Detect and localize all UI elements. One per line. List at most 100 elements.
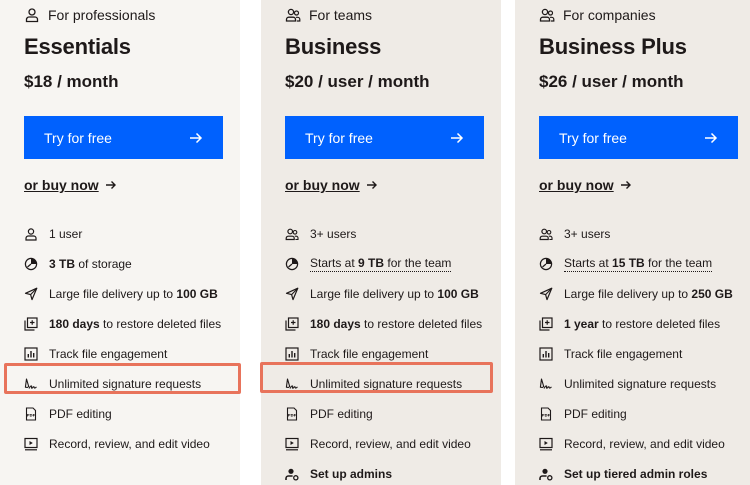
feature-text: Large file delivery up to 100 GB xyxy=(310,287,479,301)
feature-text-pre: PDF editing xyxy=(49,407,112,421)
feature-item: Starts at 9 TB for the team xyxy=(285,249,495,279)
feature-text: 3+ users xyxy=(564,227,610,241)
plan-price: $18 / month xyxy=(24,72,119,91)
feature-text: PDF editing xyxy=(564,407,627,421)
chart-icon xyxy=(539,347,553,361)
feature-text: Set up admins xyxy=(310,467,392,481)
feature-list: 1 user 3 TB of storage Large file delivery… xyxy=(24,219,234,459)
buy-now-label: or buy now xyxy=(285,177,360,193)
feature-text-post: to restore deleted files xyxy=(360,317,483,331)
feature-item: Unlimited signature requests xyxy=(539,369,749,399)
feature-item: Track file engagement xyxy=(24,339,234,369)
feature-item: 3+ users xyxy=(285,219,495,249)
video-icon xyxy=(285,437,299,451)
plan-name: Business Plus xyxy=(539,34,687,59)
send-icon xyxy=(24,287,38,301)
video-icon xyxy=(24,437,38,451)
feature-text: Unlimited signature requests xyxy=(49,377,201,391)
feature-text: PDF editing xyxy=(49,407,112,421)
send-icon xyxy=(285,287,299,301)
buy-now-label: or buy now xyxy=(24,177,99,193)
feature-text: Record, review, and edit video xyxy=(310,437,471,451)
pdf-icon: PDF xyxy=(24,407,38,421)
feature-item: Track file engagement xyxy=(285,339,495,369)
restore-icon xyxy=(24,317,38,331)
feature-text-pre: Track file engagement xyxy=(564,347,683,361)
feature-text-bold: 250 GB xyxy=(691,287,733,301)
feature-text-pre: 1 user xyxy=(49,227,83,241)
signature-icon xyxy=(285,377,299,391)
feature-text: 3 TB of storage xyxy=(49,257,132,271)
signature-icon xyxy=(24,377,38,391)
feature-item: Large file delivery up to 250 GB xyxy=(539,279,749,309)
plan-audience: For teams xyxy=(285,6,372,24)
try-for-free-label: Try for free xyxy=(305,129,373,146)
feature-text-bold: 100 GB xyxy=(176,287,218,301)
arrow-right-icon xyxy=(704,131,718,145)
restore-icon xyxy=(285,317,299,331)
arrow-right-icon xyxy=(105,179,117,191)
feature-text: Record, review, and edit video xyxy=(564,437,725,451)
feature-text-post: to restore deleted files xyxy=(598,317,721,331)
feature-text-bold: 3 TB xyxy=(49,257,76,271)
feature-text: 1 user xyxy=(49,227,82,241)
feature-text-bold: 100 GB xyxy=(437,287,479,301)
feature-item: 3+ users xyxy=(539,219,749,249)
feature-text-pre: 3+ users xyxy=(310,227,357,241)
audience-label: For companies xyxy=(563,7,656,23)
feature-item: Large file delivery up to 100 GB xyxy=(285,279,495,309)
feature-text: Unlimited signature requests xyxy=(310,377,462,391)
users-icon xyxy=(285,227,299,241)
feature-item: Unlimited signature requests xyxy=(24,369,234,399)
pdf-icon: PDF xyxy=(539,407,553,421)
plan-audience: For professionals xyxy=(24,6,155,24)
feature-item: 180 days to restore deleted files xyxy=(285,309,495,339)
try-for-free-button[interactable]: Try for free xyxy=(24,116,223,159)
feature-text-pre: 3+ users xyxy=(564,227,611,241)
pdf-icon: PDF xyxy=(285,407,299,421)
feature-text: Track file engagement xyxy=(49,347,167,361)
clock-icon xyxy=(285,257,299,271)
feature-item: Large file delivery up to 100 GB xyxy=(24,279,234,309)
feature-item: Record, review, and edit video xyxy=(285,429,495,459)
arrow-right-icon xyxy=(620,179,632,191)
audience-label: For professionals xyxy=(48,7,156,23)
restore-icon xyxy=(539,317,553,331)
feature-item: 1 user xyxy=(24,219,234,249)
feature-text[interactable]: Starts at 9 TB for the team xyxy=(310,256,452,272)
svg-text:PDF: PDF xyxy=(27,413,36,418)
feature-item: Starts at 15 TB for the team xyxy=(539,249,749,279)
feature-item: 3 TB of storage xyxy=(24,249,234,279)
feature-item: Record, review, and edit video xyxy=(539,429,749,459)
buy-now-link[interactable]: or buy now xyxy=(539,177,632,193)
feature-text-pre: Starts at xyxy=(310,256,359,270)
try-for-free-button[interactable]: Try for free xyxy=(539,116,738,159)
feature-text-post: to restore deleted files xyxy=(99,317,222,331)
send-icon xyxy=(539,287,553,301)
feature-text: Unlimited signature requests xyxy=(564,377,716,391)
plan-price: $26 / user / month xyxy=(539,72,684,91)
clock-icon xyxy=(539,257,553,271)
feature-item: Set up admins xyxy=(285,459,495,485)
feature-text-pre: PDF editing xyxy=(310,407,373,421)
feature-text: Track file engagement xyxy=(310,347,428,361)
feature-item: 1 year to restore deleted files xyxy=(539,309,749,339)
buy-now-label: or buy now xyxy=(539,177,614,193)
feature-text: 180 days to restore deleted files xyxy=(49,317,221,331)
buy-now-link[interactable]: or buy now xyxy=(24,177,117,193)
users-icon xyxy=(539,7,555,23)
feature-text-post: for the team xyxy=(644,256,713,270)
feature-item: 180 days to restore deleted files xyxy=(24,309,234,339)
try-for-free-button[interactable]: Try for free xyxy=(285,116,484,159)
admin-icon xyxy=(285,467,299,481)
plan-card-business-plus: For companies Business Plus $26 / user /… xyxy=(515,0,750,485)
clock-icon xyxy=(24,257,38,271)
feature-text: Track file engagement xyxy=(564,347,682,361)
feature-text-pre: Starts at xyxy=(564,256,613,270)
buy-now-link[interactable]: or buy now xyxy=(285,177,378,193)
user-icon xyxy=(24,7,40,23)
feature-item: PDF PDF editing xyxy=(285,399,495,429)
feature-item: PDF PDF editing xyxy=(24,399,234,429)
svg-text:PDF: PDF xyxy=(288,413,297,418)
feature-text[interactable]: Starts at 15 TB for the team xyxy=(564,256,713,272)
